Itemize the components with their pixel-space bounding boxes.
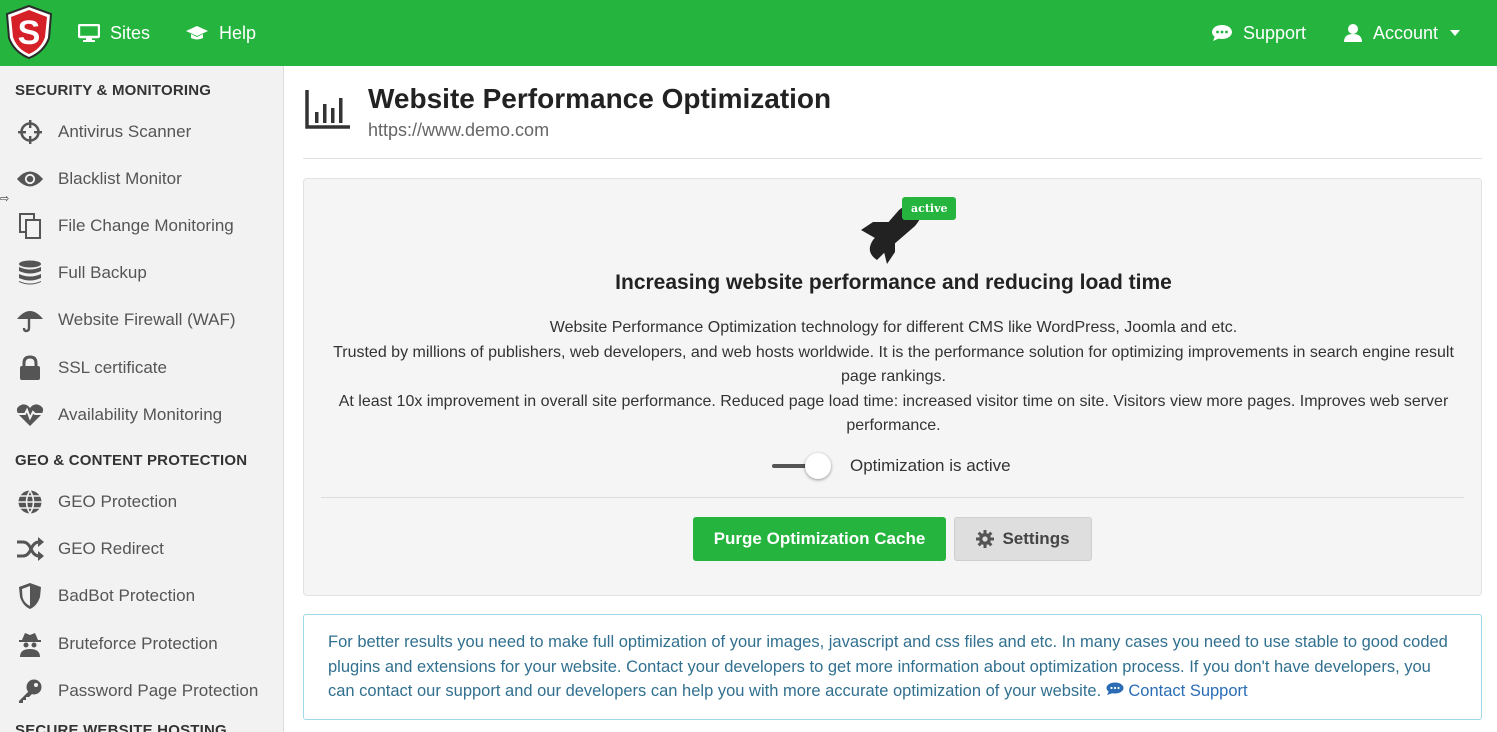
globe-icon bbox=[16, 488, 44, 516]
crosshairs-icon bbox=[16, 118, 44, 146]
nav-help-label: Help bbox=[219, 22, 257, 43]
sidebar-item-file-change[interactable]: File Change Monitoring bbox=[0, 206, 283, 246]
nav-support[interactable]: Support bbox=[1211, 0, 1306, 66]
sidebar: SECURITY & MONITORING Antivirus Scanner … bbox=[0, 66, 284, 732]
umbrella-icon bbox=[16, 306, 44, 334]
svg-text:S: S bbox=[18, 14, 41, 52]
logo[interactable]: S bbox=[4, 4, 54, 60]
sidebar-section-geo: GEO & CONTENT PROTECTION bbox=[15, 452, 248, 469]
nav-sites[interactable]: Sites bbox=[78, 0, 150, 66]
description-line: Website Performance Optimization technol… bbox=[549, 319, 1238, 336]
sidebar-item-label: GEO Redirect bbox=[58, 539, 164, 558]
sidebar-item-label: Bruteforce Protection bbox=[58, 634, 218, 653]
sidebar-item-label: Blacklist Monitor bbox=[58, 169, 182, 188]
sidebar-item-geo-protection[interactable]: GEO Protection bbox=[0, 482, 283, 522]
panel-heading: Increasing website performance and reduc… bbox=[615, 271, 1172, 294]
sidebar-item-label: Full Backup bbox=[58, 263, 147, 282]
shield-icon bbox=[16, 582, 44, 610]
eye-icon bbox=[16, 165, 44, 193]
site-url: https://www.demo.com bbox=[368, 120, 550, 140]
sidebar-item-geo-redirect[interactable]: GEO Redirect bbox=[0, 529, 283, 569]
files-icon bbox=[16, 212, 44, 240]
divider bbox=[303, 158, 1482, 159]
bar-chart-icon bbox=[305, 90, 351, 135]
graduation-cap-icon bbox=[186, 26, 208, 40]
sidebar-item-blacklist[interactable]: Blacklist Monitor bbox=[0, 159, 283, 199]
info-text: For better results you need to make full… bbox=[328, 633, 1448, 700]
nav-sites-label: Sites bbox=[110, 22, 151, 43]
sidebar-item-bruteforce[interactable]: Bruteforce Protection bbox=[0, 624, 283, 664]
account-menu[interactable]: Account bbox=[1343, 0, 1461, 66]
info-alert: For better results you need to make full… bbox=[303, 614, 1482, 720]
mouse-cursor-icon: ⇨ bbox=[0, 193, 10, 205]
nav-help[interactable]: Help bbox=[185, 0, 256, 66]
sidebar-item-label: SSL certificate bbox=[58, 358, 167, 377]
sidebar-item-label: Availability Monitoring bbox=[58, 405, 223, 424]
monitor-icon bbox=[78, 24, 100, 42]
sidebar-item-label: Antivirus Scanner bbox=[58, 122, 192, 141]
chat-icon bbox=[1212, 25, 1232, 41]
description-line: At least 10x improvement in overall site… bbox=[338, 392, 1449, 435]
key-icon bbox=[16, 677, 44, 705]
page-title: Website Performance Optimization bbox=[368, 83, 832, 114]
sidebar-item-label: BadBot Protection bbox=[58, 586, 196, 605]
spy-icon bbox=[16, 630, 44, 658]
heartbeat-icon bbox=[16, 401, 44, 429]
account-label: Account bbox=[1373, 22, 1439, 43]
purge-cache-button[interactable]: Purge Optimization Cache bbox=[693, 517, 946, 561]
toggle-knob bbox=[805, 453, 831, 479]
sidebar-item-ssl[interactable]: SSL certificate bbox=[0, 348, 283, 388]
caret-down-icon bbox=[1450, 30, 1461, 36]
contact-support-label: Contact Support bbox=[1128, 682, 1248, 700]
sidebar-item-badbot[interactable]: BadBot Protection bbox=[0, 576, 283, 616]
nav-support-label: Support bbox=[1243, 22, 1307, 43]
gear-icon bbox=[976, 530, 995, 548]
sidebar-item-backup[interactable]: Full Backup bbox=[0, 253, 283, 293]
user-icon bbox=[1344, 24, 1362, 42]
description-line: Trusted by millions of publishers, web d… bbox=[333, 343, 1454, 386]
settings-button[interactable]: Settings bbox=[954, 517, 1092, 561]
status-badge: active bbox=[902, 197, 957, 220]
lock-icon bbox=[16, 354, 44, 382]
sidebar-item-password-page[interactable]: Password Page Protection bbox=[0, 671, 283, 711]
optimization-panel: active Increasing website performance an… bbox=[303, 178, 1482, 596]
sidebar-item-label: GEO Protection bbox=[58, 492, 178, 511]
shuffle-icon bbox=[16, 535, 44, 563]
sidebar-item-availability[interactable]: Availability Monitoring bbox=[0, 395, 283, 435]
sidebar-section-security: SECURITY & MONITORING bbox=[15, 82, 212, 99]
chat-icon bbox=[1106, 682, 1124, 695]
sidebar-item-antivirus[interactable]: Antivirus Scanner bbox=[0, 112, 283, 152]
optimization-toggle-row: Optimization is active bbox=[772, 453, 1011, 479]
settings-label: Settings bbox=[1002, 529, 1070, 548]
sidebar-item-label: Password Page Protection bbox=[58, 681, 259, 700]
sidebar-item-firewall[interactable]: Website Firewall (WAF) bbox=[0, 300, 283, 340]
optimization-toggle[interactable] bbox=[772, 453, 834, 479]
toggle-label: Optimization is active bbox=[850, 456, 1011, 475]
contact-support-link[interactable]: Contact Support bbox=[1106, 682, 1248, 700]
sidebar-item-label: File Change Monitoring bbox=[58, 216, 234, 235]
sidebar-section-hosting: SECURE WEBSITE HOSTING bbox=[15, 722, 227, 732]
divider bbox=[321, 497, 1464, 498]
top-navbar: S Sites Help Support Account bbox=[0, 0, 1497, 66]
panel-description: Website Performance Optimization technol… bbox=[324, 316, 1463, 439]
database-icon bbox=[16, 259, 44, 287]
sidebar-item-label: Website Firewall (WAF) bbox=[58, 310, 236, 329]
